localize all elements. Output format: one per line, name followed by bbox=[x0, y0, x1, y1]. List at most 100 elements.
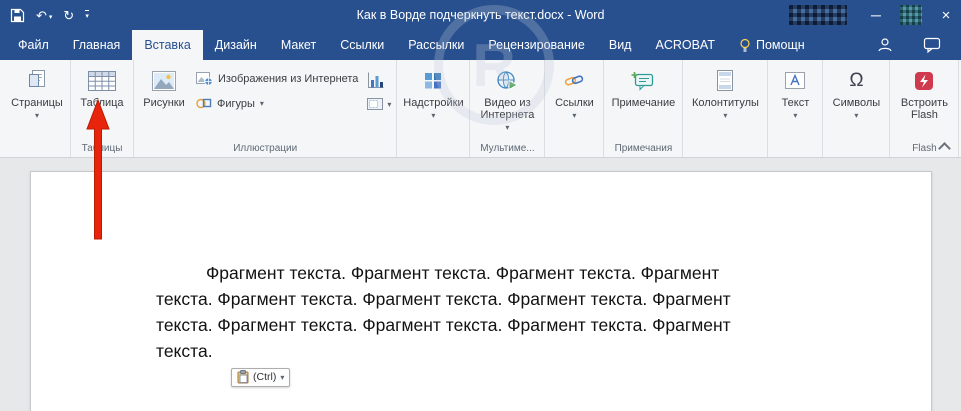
chart-icon bbox=[367, 71, 385, 89]
tab-references[interactable]: Ссылки bbox=[328, 30, 396, 60]
group-label-tables: Таблицы bbox=[74, 141, 130, 157]
omega-icon: Ω bbox=[849, 71, 863, 91]
pages-icon bbox=[27, 68, 47, 94]
minimize-button[interactable]: ─ bbox=[861, 0, 891, 30]
chevron-down-icon: ▾ bbox=[505, 123, 509, 132]
tab-file[interactable]: Файл bbox=[6, 30, 61, 60]
online-pictures-label: Изображения из Интернета bbox=[218, 73, 358, 85]
tab-label: Ссылки bbox=[340, 38, 384, 52]
chevron-down-icon: ▾ bbox=[572, 111, 576, 120]
shapes-button[interactable]: Фигуры ▾ bbox=[196, 94, 358, 113]
clipboard-icon bbox=[237, 370, 249, 384]
group-label-empty bbox=[826, 141, 886, 157]
group-label-comments: Примечания bbox=[607, 141, 679, 157]
tab-label: Рецензирование bbox=[488, 38, 585, 52]
group-illustrations: Рисунки Изображения из Интернета Фигуры … bbox=[134, 60, 397, 157]
table-icon bbox=[87, 69, 117, 93]
header-footer-icon bbox=[716, 69, 734, 92]
tab-label: Вставка bbox=[144, 38, 190, 52]
header-footer-button[interactable]: Колонтитулы ▾ bbox=[686, 62, 764, 120]
tab-layout[interactable]: Макет bbox=[269, 30, 328, 60]
customize-qat-button[interactable]: ▾ bbox=[85, 10, 89, 21]
symbols-label: Символы bbox=[833, 97, 881, 109]
illustrations-small-buttons: Изображения из Интернета Фигуры ▾ bbox=[196, 69, 358, 113]
shapes-icon bbox=[196, 97, 212, 110]
group-comments: Примечание Примечания bbox=[604, 60, 683, 157]
table-button[interactable]: Таблица ▾ bbox=[74, 62, 130, 120]
tab-label: Вид bbox=[609, 38, 632, 52]
document-canvas: Фрагмент текста. Фрагмент текста. Фрагме… bbox=[0, 158, 961, 411]
quick-access-toolbar: ↶ ▾ ↻ ▾ bbox=[0, 8, 89, 23]
tell-me-box[interactable]: Помощн bbox=[727, 30, 817, 60]
share-comment-icon[interactable] bbox=[923, 37, 941, 53]
links-button[interactable]: Ссылки ▾ bbox=[548, 62, 600, 120]
group-label-empty bbox=[771, 141, 819, 157]
embed-flash-button[interactable]: Встроить Flash bbox=[893, 62, 955, 121]
tab-label: Помощн bbox=[756, 38, 805, 52]
pages-button[interactable]: Страницы ▾ bbox=[7, 62, 67, 120]
tab-design[interactable]: Дизайн bbox=[203, 30, 269, 60]
group-label-empty bbox=[7, 141, 67, 157]
document-page[interactable]: Фрагмент текста. Фрагмент текста. Фрагме… bbox=[30, 171, 932, 411]
text-button[interactable]: Текст ▾ bbox=[771, 62, 819, 120]
close-button[interactable]: × bbox=[931, 0, 961, 30]
online-video-label: Видео из Интернета bbox=[475, 97, 539, 121]
tab-mailings[interactable]: Рассылки bbox=[396, 30, 476, 60]
online-pictures-button[interactable]: Изображения из Интернета bbox=[196, 69, 358, 88]
save-icon bbox=[10, 8, 25, 23]
group-label-empty bbox=[548, 141, 600, 157]
pictures-label: Рисунки bbox=[143, 97, 185, 109]
illustrations-icon-buttons: ▾ bbox=[367, 71, 391, 111]
chevron-down-icon: ▾ bbox=[854, 111, 858, 120]
tabrow-right-icons bbox=[877, 30, 961, 60]
pictures-icon bbox=[151, 70, 177, 92]
redo-icon: ↻ bbox=[63, 9, 74, 22]
undo-icon: ↶ bbox=[36, 9, 47, 22]
text-line: текста. Фрагмент текста. Фрагмент текста… bbox=[156, 286, 821, 312]
customize-qat-icon: ▾ bbox=[85, 10, 89, 21]
tab-home[interactable]: Главная bbox=[61, 30, 133, 60]
tab-insert[interactable]: Вставка bbox=[132, 30, 202, 60]
title-bar: ↶ ▾ ↻ ▾ Как в Ворде подчеркнуть текст.do… bbox=[0, 0, 961, 30]
comment-button[interactable]: Примечание bbox=[607, 62, 679, 109]
redo-button[interactable]: ↻ bbox=[63, 9, 74, 22]
text-line: Фрагмент текста. Фрагмент текста. Фрагме… bbox=[156, 260, 821, 286]
ribbon-tabs: Файл Главная Вставка Дизайн Макет Ссылки… bbox=[0, 30, 961, 60]
tab-review[interactable]: Рецензирование bbox=[476, 30, 597, 60]
tab-label: Главная bbox=[73, 38, 121, 52]
collapse-ribbon-button[interactable] bbox=[936, 140, 952, 153]
chevron-down-icon: ▾ bbox=[49, 13, 53, 22]
text-line: текста. bbox=[156, 338, 821, 364]
addins-button[interactable]: Надстройки ▾ bbox=[400, 62, 466, 120]
tab-view[interactable]: Вид bbox=[597, 30, 644, 60]
symbols-button[interactable]: Ω Символы ▾ bbox=[826, 62, 886, 120]
header-footer-label: Колонтитулы bbox=[692, 97, 759, 109]
online-video-button[interactable]: Видео из Интернета ▾ bbox=[473, 62, 541, 132]
online-pictures-icon bbox=[196, 71, 213, 86]
save-button[interactable] bbox=[10, 8, 25, 23]
chevron-down-icon: ▾ bbox=[793, 111, 797, 120]
embed-flash-label: Встроить Flash bbox=[895, 97, 953, 121]
text-label: Текст bbox=[782, 97, 810, 109]
addins-label: Надстройки bbox=[403, 97, 463, 109]
tab-acrobat[interactable]: ACROBAT bbox=[643, 30, 727, 60]
flash-icon bbox=[914, 71, 934, 91]
tab-label: Рассылки bbox=[408, 38, 464, 52]
tab-label: Файл bbox=[18, 38, 49, 52]
chart-button[interactable] bbox=[367, 71, 385, 89]
undo-button[interactable]: ↶ ▾ bbox=[36, 9, 52, 22]
group-label-empty bbox=[686, 141, 764, 157]
pictures-button[interactable]: Рисунки bbox=[137, 62, 191, 109]
redacted-maximize-area bbox=[900, 5, 922, 25]
group-label-media: Мультиме... bbox=[473, 141, 541, 157]
titlebar-right: ─ × bbox=[789, 0, 961, 30]
screenshot-button[interactable]: ▾ bbox=[367, 98, 391, 111]
account-person-icon[interactable] bbox=[877, 37, 893, 53]
group-symbols: Ω Символы ▾ bbox=[823, 60, 890, 157]
pages-label: Страницы bbox=[11, 97, 63, 109]
shapes-label: Фигуры bbox=[217, 98, 255, 110]
tab-label: Макет bbox=[281, 38, 316, 52]
chevron-down-icon: ▾ bbox=[723, 111, 727, 120]
group-label-illustrations: Иллюстрации bbox=[137, 141, 393, 157]
paste-options-button[interactable]: (Ctrl) ▾ bbox=[231, 368, 290, 387]
